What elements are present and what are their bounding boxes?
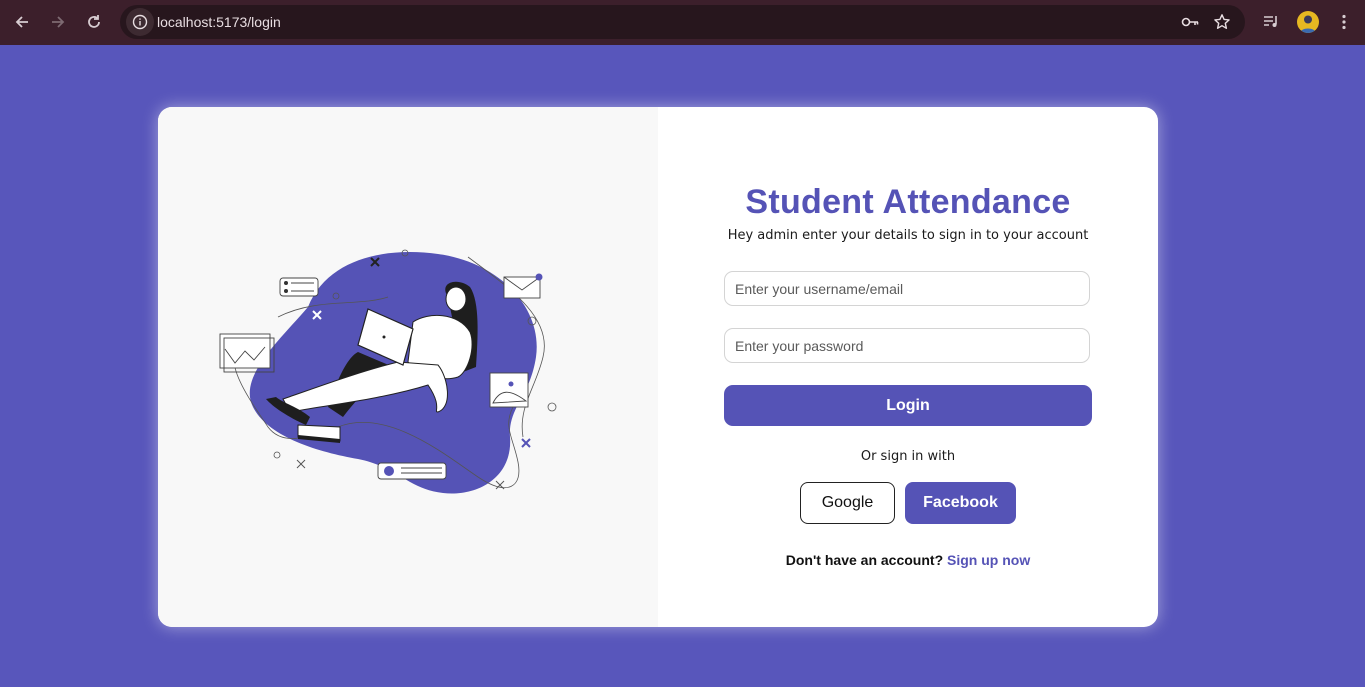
- browser-toolbar: localhost:5173/login: [0, 0, 1365, 45]
- media-controls-icon[interactable]: [1257, 8, 1285, 36]
- url-text[interactable]: localhost:5173/login: [157, 5, 281, 39]
- site-info-icon[interactable]: [126, 8, 154, 36]
- google-sign-in-button[interactable]: Google: [800, 482, 895, 524]
- more-menu-icon[interactable]: [1330, 8, 1358, 36]
- bookmark-star-icon[interactable]: [1212, 12, 1232, 32]
- password-key-icon[interactable]: [1180, 12, 1200, 32]
- facebook-sign-in-button[interactable]: Facebook: [905, 482, 1016, 524]
- signup-row: Don't have an account? Sign up now: [658, 552, 1158, 568]
- page-title: Student Attendance: [745, 183, 1071, 221]
- signup-link[interactable]: Sign up now: [947, 552, 1030, 568]
- login-button[interactable]: Login: [724, 385, 1092, 426]
- address-bar[interactable]: localhost:5173/login: [120, 5, 1245, 39]
- login-card: Student Attendance Hey admin enter your …: [158, 107, 1158, 627]
- envelope-icon: [503, 276, 541, 299]
- login-form-panel: Student Attendance Hey admin enter your …: [658, 107, 1158, 627]
- student-laptop-illustration: [219, 249, 557, 494]
- illustration-panel: [158, 107, 658, 627]
- or-sign-in-text: Or sign in with: [860, 449, 956, 464]
- profile-avatar[interactable]: [1297, 11, 1319, 33]
- signup-question: Don't have an account?: [785, 552, 944, 568]
- list-card-icon: [279, 277, 319, 297]
- reload-icon[interactable]: [80, 8, 108, 36]
- forward-arrow-icon[interactable]: [44, 8, 72, 36]
- username-input[interactable]: [724, 271, 1090, 306]
- page-subtitle: Hey admin enter your details to sign in …: [727, 228, 1089, 243]
- back-arrow-icon[interactable]: [8, 8, 36, 36]
- password-input[interactable]: [724, 328, 1090, 363]
